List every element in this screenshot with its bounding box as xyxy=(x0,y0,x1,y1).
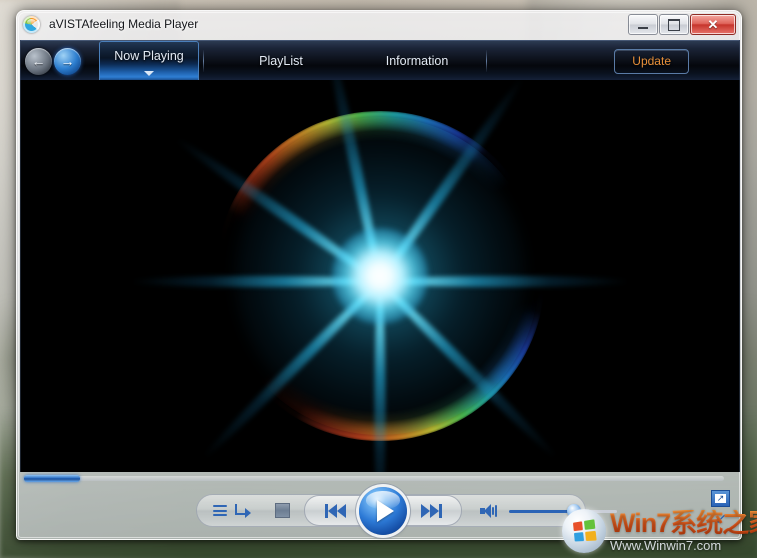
fullscreen-button[interactable]: ↗ xyxy=(711,490,730,507)
repeat-button[interactable] xyxy=(235,498,251,524)
back-button[interactable]: ← xyxy=(25,48,52,75)
bars-and-waves-visualization xyxy=(215,111,545,441)
close-button[interactable]: ✕ xyxy=(690,14,736,35)
visualizer-core xyxy=(332,228,428,324)
transport-button-group xyxy=(304,495,462,526)
transport-control-bar xyxy=(20,488,738,536)
caption-button-group: ✕ xyxy=(628,14,736,35)
video-display-area[interactable] xyxy=(20,80,740,472)
chevron-down-icon xyxy=(144,71,154,76)
tab-separator-1 xyxy=(203,50,204,72)
arrow-left-icon: ← xyxy=(32,54,46,68)
next-button[interactable] xyxy=(405,497,457,524)
title-bar[interactable]: aVISTAfeeling Media Player ✕ xyxy=(16,10,742,38)
volume-thumb[interactable] xyxy=(567,504,581,518)
maximize-icon xyxy=(668,19,680,31)
previous-button[interactable] xyxy=(309,497,361,524)
speaker-icon xyxy=(480,504,495,518)
tab-playlist[interactable]: PlayList xyxy=(226,41,336,81)
seek-progress-fill xyxy=(24,475,80,482)
volume-track[interactable] xyxy=(509,510,617,513)
next-icon xyxy=(421,504,430,518)
next-icon-bar xyxy=(439,504,442,518)
repeat-arrow-icon xyxy=(235,504,251,517)
fullscreen-icon: ↗ xyxy=(715,494,726,503)
compact-mode-button[interactable]: ↙ xyxy=(714,511,728,525)
stop-icon xyxy=(275,503,290,518)
close-icon: ✕ xyxy=(708,18,719,31)
update-button[interactable]: Update xyxy=(614,49,689,74)
tab-now-playing[interactable]: Now Playing xyxy=(99,41,199,81)
minimize-icon xyxy=(638,27,648,29)
transport-capsule xyxy=(196,494,586,527)
seek-track[interactable] xyxy=(24,476,724,481)
play-button[interactable] xyxy=(359,487,407,535)
minimize-button[interactable] xyxy=(628,14,658,35)
volume-control-group xyxy=(480,504,617,518)
media-player-orb-icon xyxy=(23,16,40,33)
previous-icon xyxy=(328,504,337,518)
play-icon xyxy=(377,500,394,522)
tab-information-label: Information xyxy=(386,54,449,68)
seek-bar[interactable] xyxy=(20,472,738,486)
tab-separator-2 xyxy=(486,50,487,72)
tab-now-playing-label: Now Playing xyxy=(114,49,183,63)
previous-icon xyxy=(337,504,346,518)
volume-button[interactable] xyxy=(480,504,495,518)
tab-information[interactable]: Information xyxy=(352,41,482,81)
nav-arrow-group: ← → xyxy=(25,48,81,75)
volume-slider[interactable] xyxy=(509,504,617,518)
navigation-toolbar: ← → Now Playing PlayList Information Upd… xyxy=(20,40,740,81)
next-icon xyxy=(430,504,439,518)
playlist-menu-button[interactable] xyxy=(213,498,227,524)
view-mode-button-group: ↗ ↙ xyxy=(704,488,732,536)
stop-button[interactable] xyxy=(275,498,290,524)
tab-playlist-label: PlayList xyxy=(259,54,303,68)
maximize-button[interactable] xyxy=(659,14,689,35)
hamburger-menu-icon xyxy=(213,505,227,516)
media-player-window: aVISTAfeeling Media Player ✕ ← → Now Pla… xyxy=(16,10,742,540)
forward-button[interactable]: → xyxy=(54,48,81,75)
arrow-right-icon: → xyxy=(61,54,75,68)
window-title: aVISTAfeeling Media Player xyxy=(49,17,198,31)
